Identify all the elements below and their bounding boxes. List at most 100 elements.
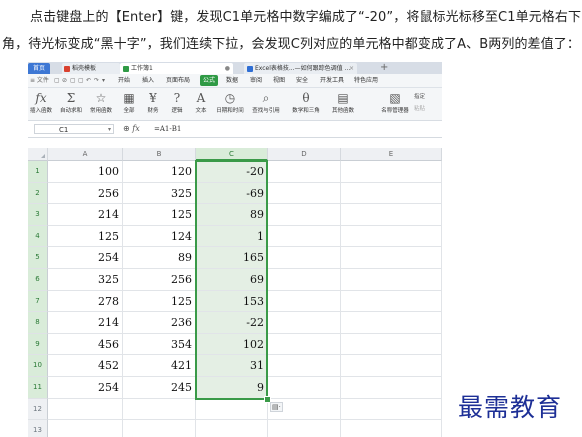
cell-d7[interactable] xyxy=(268,290,341,313)
cell-c1[interactable]: -20 xyxy=(196,161,268,183)
row-header[interactable]: 6 xyxy=(28,269,48,291)
cell-d10[interactable] xyxy=(268,355,341,377)
cell-d2[interactable] xyxy=(268,182,341,205)
cell-b13[interactable] xyxy=(123,420,196,437)
cell-a9[interactable]: 456 xyxy=(48,333,123,356)
all-functions-button[interactable]: ▦ 全部 xyxy=(116,90,142,118)
cell-c6[interactable]: 69 xyxy=(196,269,268,291)
cell-a12[interactable] xyxy=(48,398,123,421)
cell-d11[interactable] xyxy=(268,377,341,399)
row-header[interactable]: 7 xyxy=(28,290,48,313)
cell-b7[interactable]: 125 xyxy=(123,290,196,313)
tab-page-layout[interactable]: 页面布局 xyxy=(166,75,190,86)
name-manager-button[interactable]: ▧ 名称管理器 xyxy=(380,90,410,118)
column-header-c[interactable]: C xyxy=(196,148,268,161)
tab-data[interactable]: 数据 xyxy=(226,75,238,86)
cell-e6[interactable] xyxy=(341,269,442,291)
logical-button[interactable]: ? 逻辑 xyxy=(164,90,190,118)
cell-a5[interactable]: 254 xyxy=(48,247,123,269)
cell-b4[interactable]: 124 xyxy=(123,225,196,248)
cell-c13[interactable] xyxy=(196,420,268,437)
row-header[interactable]: 3 xyxy=(28,204,48,226)
cell-e10[interactable] xyxy=(341,355,442,377)
cell-d1[interactable] xyxy=(268,161,341,183)
cell-c4[interactable]: 1 xyxy=(196,225,268,248)
cell-b11[interactable]: 245 xyxy=(123,377,196,399)
cell-c3[interactable]: 89 xyxy=(196,204,268,226)
select-all-corner[interactable] xyxy=(28,148,48,161)
cell-b9[interactable]: 354 xyxy=(123,333,196,356)
fx-icon[interactable]: fx xyxy=(132,124,139,133)
cell-d8[interactable] xyxy=(268,312,341,334)
cell-a4[interactable]: 125 xyxy=(48,225,123,248)
cell-a8[interactable]: 214 xyxy=(48,312,123,334)
more-functions-button[interactable]: ▤ 其他函数 xyxy=(330,90,356,118)
redo-icon[interactable]: ↷ xyxy=(94,76,99,85)
cell-e5[interactable] xyxy=(341,247,442,269)
close-icon[interactable]: × xyxy=(349,63,354,74)
cell-d6[interactable] xyxy=(268,269,341,291)
lookup-reference-button[interactable]: ⌕ 查找与引用 xyxy=(250,90,282,118)
financial-button[interactable]: ¥ 财务 xyxy=(140,90,166,118)
formula-icons[interactable]: ⊕ fx xyxy=(123,123,140,135)
print-icon[interactable]: ⊘ xyxy=(62,76,67,85)
row-header[interactable]: 10 xyxy=(28,355,48,377)
row-header[interactable]: 12 xyxy=(28,398,48,421)
row-header[interactable]: 2 xyxy=(28,182,48,205)
math-trig-button[interactable]: θ 数学和三角 xyxy=(290,90,322,118)
tab-home-ribbon[interactable]: 开始 xyxy=(118,75,130,86)
cell-b5[interactable]: 89 xyxy=(123,247,196,269)
cell-b1[interactable]: 120 xyxy=(123,161,196,183)
format-icon[interactable]: ▢ xyxy=(78,76,84,85)
cell-e4[interactable] xyxy=(341,225,442,248)
zoom-icon[interactable]: ⊕ xyxy=(123,124,130,133)
paste-name-button[interactable]: 粘贴 xyxy=(414,104,425,112)
cell-a13[interactable] xyxy=(48,420,123,437)
cell-a1[interactable]: 100 xyxy=(48,161,123,183)
row-header[interactable]: 4 xyxy=(28,225,48,248)
column-header-e[interactable]: E xyxy=(341,148,442,161)
cell-c5[interactable]: 165 xyxy=(196,247,268,269)
paste-options-icon[interactable]: ▤· xyxy=(270,401,283,412)
cell-d5[interactable] xyxy=(268,247,341,269)
column-header-a[interactable]: A xyxy=(48,148,123,161)
tab-excel-tutorial[interactable]: Excel表格技...—如何跟踪色调值 ... × xyxy=(244,63,357,74)
insert-function-button[interactable]: fx 插入函数 xyxy=(28,90,54,118)
row-header[interactable]: 5 xyxy=(28,247,48,269)
formula-input[interactable]: =A1-B1 xyxy=(154,124,181,134)
tab-formulas[interactable]: 公式 xyxy=(200,75,219,86)
save-icon[interactable]: ▢ xyxy=(54,76,60,85)
cell-e9[interactable] xyxy=(341,333,442,356)
tab-docer[interactable]: 稻壳模板 xyxy=(62,63,120,74)
cell-d3[interactable] xyxy=(268,204,341,226)
cell-d13[interactable] xyxy=(268,420,341,437)
cell-a3[interactable]: 214 xyxy=(48,204,123,226)
cell-c9[interactable]: 102 xyxy=(196,333,268,356)
name-box[interactable]: C1 ▾ xyxy=(34,124,114,134)
row-header[interactable]: 11 xyxy=(28,377,48,399)
cell-c10[interactable]: 31 xyxy=(196,355,268,377)
tab-review[interactable]: 审阅 xyxy=(250,75,262,86)
cell-b8[interactable]: 236 xyxy=(123,312,196,334)
cell-e12[interactable] xyxy=(341,398,442,421)
row-header[interactable]: 9 xyxy=(28,333,48,356)
cell-e13[interactable] xyxy=(341,420,442,437)
tab-view[interactable]: 视图 xyxy=(273,75,285,86)
tab-developer[interactable]: 开发工具 xyxy=(320,75,344,86)
file-menu[interactable]: ≡ 文件 xyxy=(30,76,49,85)
undo-icon[interactable]: ↶ xyxy=(86,76,91,85)
cell-e2[interactable] xyxy=(341,182,442,205)
cell-c12[interactable] xyxy=(196,398,268,421)
cell-b12[interactable] xyxy=(123,398,196,421)
cell-a10[interactable]: 452 xyxy=(48,355,123,377)
autosum-button[interactable]: Σ 自动求和 xyxy=(58,90,84,118)
cell-b2[interactable]: 325 xyxy=(123,182,196,205)
cell-c8[interactable]: -22 xyxy=(196,312,268,334)
preview-icon[interactable]: ▢ xyxy=(70,76,76,85)
cell-d4[interactable] xyxy=(268,225,341,248)
cell-e8[interactable] xyxy=(341,312,442,334)
tab-home[interactable]: 首页 xyxy=(28,63,50,74)
text-functions-button[interactable]: A 文本 xyxy=(188,90,214,118)
tab-workbook1[interactable]: 工作簿1 ● xyxy=(120,63,233,74)
tab-security[interactable]: 安全 xyxy=(296,75,308,86)
